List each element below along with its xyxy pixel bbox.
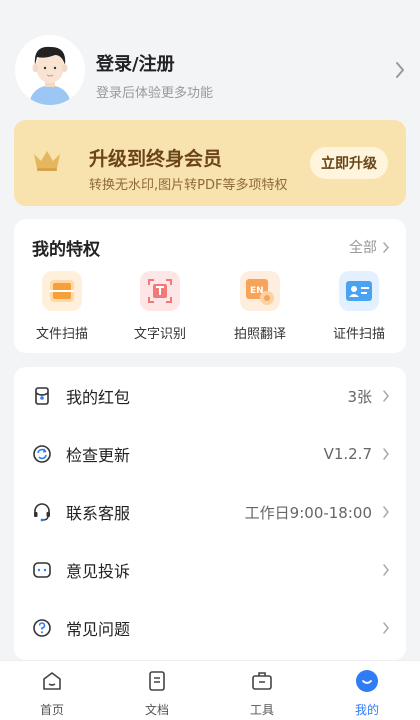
headset-icon: [34, 503, 50, 522]
tab-label: 我的: [354, 703, 379, 717]
menu-item-faq[interactable]: 常见问题: [14, 599, 406, 657]
profile-text: 登录/注册 登录后体验更多功能: [96, 50, 213, 101]
menu-item-check-update[interactable]: 检查更新 V1.2.7: [14, 425, 406, 483]
file-scan-icon: [42, 271, 82, 311]
menu-label: 常见问题: [66, 620, 131, 639]
tab-documents[interactable]: 文档: [127, 669, 187, 718]
feature-text-ocr[interactable]: 文字识别: [120, 271, 200, 342]
bottom-tab-bar: 首页 文档 工具 我的: [0, 660, 420, 720]
login-subtitle: 登录后体验更多功能: [96, 86, 214, 101]
tab-home[interactable]: 首页: [22, 669, 82, 718]
feature-label: 拍照翻译: [233, 327, 286, 342]
menu-value: V1.2.7: [323, 445, 372, 463]
tab-tools[interactable]: 工具: [232, 669, 292, 718]
menu-value: 工作日9:00-18:00: [244, 503, 372, 522]
feature-label: 文字识别: [133, 327, 186, 342]
red-packet-icon: [35, 387, 49, 405]
login-register-title[interactable]: 登录/注册: [96, 50, 213, 76]
tab-label: 文档: [144, 703, 169, 717]
vip-banner[interactable]: 升级到终身会员 转换无水印,图片转PDF等多项特权 立即升级: [14, 120, 406, 206]
document-icon: [149, 671, 165, 691]
feature-file-scan[interactable]: 文件扫描: [22, 271, 102, 342]
menu-label: 我的红包: [66, 388, 131, 407]
tab-label: 首页: [39, 703, 64, 717]
menu-item-red-packet[interactable]: 我的红包 3张: [14, 367, 406, 425]
avatar[interactable]: [15, 35, 85, 105]
menu-label: 检查更新: [66, 446, 131, 465]
home-icon: [43, 672, 61, 690]
privileges-all-label: 全部: [349, 240, 377, 256]
chevron-right-icon: [383, 622, 389, 634]
vip-subtitle: 转换无水印,图片转PDF等多项特权: [89, 178, 288, 193]
menu-value: 3张: [347, 387, 372, 406]
menu-label: 联系客服: [66, 504, 131, 523]
feature-photo-translate[interactable]: EN 拍照翻译: [220, 271, 300, 342]
chevron-right-icon: [383, 564, 389, 576]
upgrade-now-button[interactable]: 立即升级: [310, 147, 388, 179]
chevron-right-icon: [383, 241, 390, 253]
toolbox-icon: [252, 672, 272, 690]
crown-icon: [34, 151, 60, 171]
settings-menu: 我的红包 3张 检查更新 V1.2.7 联系客服 工作日9:00-18:00 意…: [14, 367, 406, 660]
feature-label: 证件扫描: [332, 327, 385, 342]
chevron-right-icon: [383, 390, 389, 402]
privileges-all-link[interactable]: 全部: [349, 237, 390, 257]
feedback-icon: [33, 562, 51, 578]
help-icon: [33, 619, 51, 637]
feature-label: 文件扫描: [35, 327, 88, 342]
tab-mine[interactable]: 我的: [337, 669, 397, 718]
chevron-right-icon: [383, 448, 389, 460]
chevron-right-icon[interactable]: [394, 60, 406, 80]
profile-icon: [356, 670, 378, 692]
privileges-card: 我的特权 全部 文件扫描 文字识别 EN 拍照翻译 证件扫描: [14, 219, 406, 353]
tab-label: 工具: [249, 703, 274, 717]
privileges-title: 我的特权: [32, 240, 100, 260]
menu-item-customer-service[interactable]: 联系客服 工作日9:00-18:00: [14, 483, 406, 541]
photo-translate-icon: EN: [240, 271, 280, 311]
vip-title: 升级到终身会员: [89, 148, 223, 170]
profile-header[interactable]: 登录/注册 登录后体验更多功能: [0, 0, 420, 115]
menu-label: 意见投诉: [66, 562, 131, 581]
chevron-right-icon: [383, 506, 389, 518]
menu-item-feedback[interactable]: 意见投诉: [14, 541, 406, 599]
avatar-illustration: [15, 35, 85, 105]
refresh-icon: [33, 445, 51, 463]
feature-id-scan[interactable]: 证件扫描: [319, 271, 399, 342]
text-ocr-icon: [140, 271, 180, 311]
id-scan-icon: [339, 271, 379, 311]
